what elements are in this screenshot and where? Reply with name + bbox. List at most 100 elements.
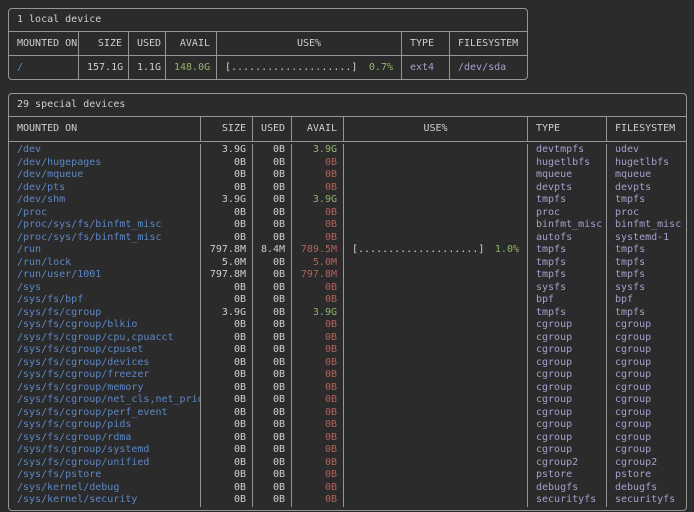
cell-used: 0B (252, 194, 291, 207)
cell-used: 0B (252, 257, 291, 270)
cell-size: 0B (200, 394, 252, 407)
cell-type: cgroup (527, 319, 606, 332)
table-body: / 157.1G 1.1G 148.0G [..................… (9, 56, 527, 79)
table-header-row: MOUNTED ON SIZE USED AVAIL USE% TYPE FIL… (9, 32, 527, 56)
cell-mounted-on: /run/lock (9, 257, 200, 270)
cell-size: 0B (200, 494, 252, 507)
cell-type: cgroup (527, 357, 606, 370)
cell-mounted-on: /sys/fs/cgroup/systemd (9, 444, 200, 457)
cell-type: cgroup (527, 432, 606, 445)
cell-size: 3.9G (200, 307, 252, 320)
cell-filesystem: cgroup (606, 432, 686, 445)
cell-filesystem: cgroup (606, 357, 686, 370)
cell-type: hugetlbfs (527, 157, 606, 170)
cell-avail: 0B (291, 157, 343, 170)
cell-used: 0B (252, 282, 291, 295)
cell-filesystem: cgroup (606, 332, 686, 345)
cell-mounted-on: /sys (9, 282, 200, 295)
table-row: /run 797.8M 8.4M 789.5M [...............… (9, 244, 686, 257)
cell-used: 8.4M (252, 244, 291, 257)
cell-used: 0B (252, 407, 291, 420)
column-header-used: USED (128, 32, 165, 55)
cell-size: 0B (200, 232, 252, 245)
cell-size: 3.9G (200, 194, 252, 207)
cell-filesystem: tmpfs (606, 269, 686, 282)
cell-avail: 0B (291, 294, 343, 307)
cell-avail: 0B (291, 232, 343, 245)
table-row: /sys/kernel/debug 0B 0B 0B debugfs debug… (9, 482, 686, 495)
cell-avail: 0B (291, 457, 343, 470)
cell-use-percent (343, 257, 527, 270)
cell-use-percent (343, 357, 527, 370)
cell-avail: 0B (291, 444, 343, 457)
cell-used: 1.1G (128, 56, 165, 79)
cell-mounted-on: /sys/fs/cgroup/cpuset (9, 344, 200, 357)
cell-used: 0B (252, 182, 291, 195)
cell-mounted-on: /dev/shm (9, 194, 200, 207)
local-devices-table: 1 local device MOUNTED ON SIZE USED AVAI… (8, 8, 528, 80)
cell-size: 0B (200, 157, 252, 170)
column-header-mounted-on: MOUNTED ON (9, 117, 200, 141)
table-row: /proc/sys/fs/binfmt_misc 0B 0B 0B autofs… (9, 232, 686, 245)
cell-filesystem: securityfs (606, 494, 686, 507)
cell-used: 0B (252, 144, 291, 157)
cell-size: 0B (200, 219, 252, 232)
cell-mounted-on: /sys/fs/pstore (9, 469, 200, 482)
table-row: /sys/fs/cgroup/rdma 0B 0B 0B cgroup cgro… (9, 432, 686, 445)
table-row: / 157.1G 1.1G 148.0G [..................… (9, 56, 527, 79)
cell-used: 0B (252, 457, 291, 470)
cell-used: 0B (252, 332, 291, 345)
table-header-row: MOUNTED ON SIZE USED AVAIL USE% TYPE FIL… (9, 117, 686, 142)
cell-avail: 0B (291, 357, 343, 370)
cell-avail: 0B (291, 382, 343, 395)
cell-avail: 0B (291, 344, 343, 357)
column-header-mounted-on: MOUNTED ON (9, 32, 78, 55)
cell-mounted-on: /sys/kernel/security (9, 494, 200, 507)
cell-used: 0B (252, 207, 291, 220)
cell-used: 0B (252, 344, 291, 357)
table-row: /sys/fs/cgroup/systemd 0B 0B 0B cgroup c… (9, 444, 686, 457)
cell-mounted-on: /sys/fs/cgroup/blkio (9, 319, 200, 332)
cell-type: tmpfs (527, 269, 606, 282)
cell-type: cgroup (527, 407, 606, 420)
cell-use-percent (343, 144, 527, 157)
cell-use-percent (343, 432, 527, 445)
cell-used: 0B (252, 469, 291, 482)
cell-size: 0B (200, 469, 252, 482)
cell-mounted-on: /sys/fs/cgroup/net_cls,net_prio (9, 394, 200, 407)
cell-type: cgroup (527, 369, 606, 382)
cell-size: 0B (200, 407, 252, 420)
cell-type: autofs (527, 232, 606, 245)
cell-avail: 0B (291, 394, 343, 407)
cell-mounted-on: / (9, 56, 78, 79)
cell-size: 0B (200, 482, 252, 495)
cell-mounted-on: /run (9, 244, 200, 257)
cell-filesystem: cgroup (606, 382, 686, 395)
cell-type: tmpfs (527, 307, 606, 320)
cell-mounted-on: /dev/hugepages (9, 157, 200, 170)
cell-size: 0B (200, 282, 252, 295)
cell-filesystem: cgroup (606, 407, 686, 420)
cell-type: tmpfs (527, 244, 606, 257)
cell-use-percent (343, 394, 527, 407)
cell-mounted-on: /sys/fs/cgroup/devices (9, 357, 200, 370)
cell-type: bpf (527, 294, 606, 307)
cell-avail: 0B (291, 432, 343, 445)
table-body: /dev 3.9G 0B 3.9G devtmpfs udev /dev/hug… (9, 142, 686, 510)
column-header-use-percent: USE% (343, 117, 527, 141)
cell-used: 0B (252, 369, 291, 382)
table-row: /proc/sys/fs/binfmt_misc 0B 0B 0B binfmt… (9, 219, 686, 232)
cell-size: 0B (200, 319, 252, 332)
cell-type: cgroup2 (527, 457, 606, 470)
cell-use-percent (343, 444, 527, 457)
column-header-size: SIZE (78, 32, 128, 55)
table-row: /sys/fs/pstore 0B 0B 0B pstore pstore (9, 469, 686, 482)
cell-mounted-on: /dev/mqueue (9, 169, 200, 182)
column-header-filesystem: FILESYSTEM (606, 117, 686, 141)
cell-type: tmpfs (527, 194, 606, 207)
cell-filesystem: bpf (606, 294, 686, 307)
cell-used: 0B (252, 357, 291, 370)
cell-filesystem: binfmt_misc (606, 219, 686, 232)
cell-use-percent (343, 407, 527, 420)
table-row: /dev 3.9G 0B 3.9G devtmpfs udev (9, 144, 686, 157)
